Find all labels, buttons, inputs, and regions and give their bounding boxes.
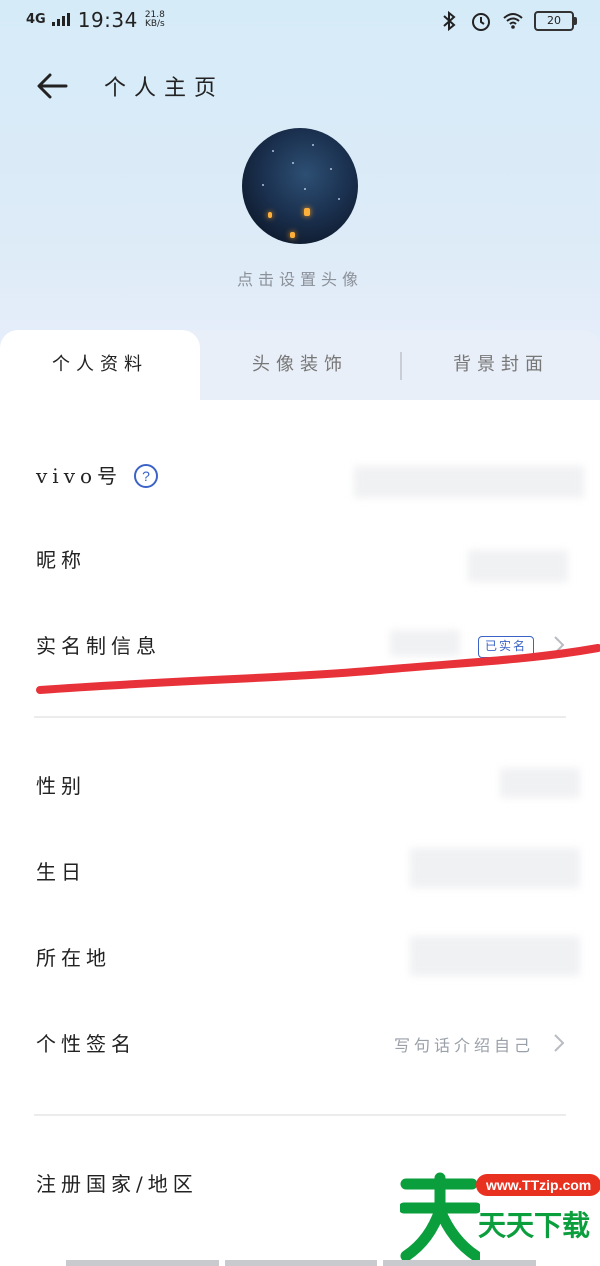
network-type: 4G: [26, 12, 46, 27]
birthday-value-redacted: [410, 848, 580, 888]
avatar[interactable]: [242, 128, 358, 244]
status-time: 19:34: [77, 8, 138, 32]
lantern-icon: [304, 208, 310, 216]
section-divider: [34, 716, 566, 718]
watermark-logo: www.TTzip.com 天天下载: [400, 1168, 600, 1266]
vivo-id-value-redacted: [354, 466, 584, 498]
row-location[interactable]: 所在地: [0, 918, 600, 998]
register-region-label: 注册国家/地区: [36, 1172, 198, 1196]
section-divider: [34, 1114, 566, 1116]
alarm-icon: [472, 13, 490, 31]
lantern-icon: [268, 212, 272, 218]
signature-label: 个性签名: [36, 1032, 136, 1056]
annotation-stroke: [36, 644, 600, 694]
bottom-strip: [66, 1260, 537, 1266]
watermark-text: 天天下载: [478, 1209, 591, 1242]
speed-unit: KB/s: [144, 19, 165, 29]
tian-logo-icon: [400, 1172, 480, 1262]
help-icon[interactable]: ?: [134, 464, 159, 488]
row-nickname[interactable]: 昵称: [0, 520, 600, 600]
tab-avatar-decoration[interactable]: 头像装饰: [200, 330, 400, 400]
page-title: 个人主页: [104, 76, 225, 101]
gender-label: 性别: [36, 774, 86, 798]
tab-profile-info[interactable]: 个人资料: [0, 330, 200, 400]
tab-background-cover[interactable]: 背景封面: [402, 330, 600, 400]
tab-bar: 个人资料 头像装饰 背景封面: [0, 330, 600, 400]
wifi-icon: [503, 13, 523, 29]
status-left: 4G 19:34 21.8 KB/s: [26, 8, 166, 32]
vivo-id-label: vivo号?: [36, 460, 159, 489]
nickname-label: 昵称: [36, 548, 86, 572]
signal-icon: [51, 12, 70, 26]
profile-screen: 4G 19:34 21.8 KB/s 20 个人主页 点击设置头像 个人资料 头…: [0, 0, 600, 1266]
location-label: 所在地: [36, 946, 111, 970]
nickname-value-redacted: [468, 550, 568, 582]
row-vivo-id[interactable]: vivo号?: [0, 436, 600, 516]
back-arrow-icon[interactable]: [34, 68, 74, 104]
row-gender[interactable]: 性别: [0, 746, 600, 826]
avatar-hint[interactable]: 点击设置头像: [0, 266, 600, 290]
battery-icon: 20: [534, 11, 577, 31]
birthday-label: 生日: [36, 860, 86, 884]
gender-value-redacted: [500, 768, 580, 798]
network-speed: 21.8 KB/s: [144, 11, 166, 29]
status-bar: 4G 19:34 21.8 KB/s 20: [0, 0, 600, 46]
profile-details: vivo号? 昵称 实名制信息 已实名 性别 生日 所在地 个性签名 写句话介绍…: [0, 400, 600, 1266]
watermark-url: www.TTzip.com: [476, 1174, 600, 1196]
location-value-redacted: [410, 936, 580, 976]
status-right: 20: [438, 10, 577, 32]
vivo-id-label-text: vivo号: [36, 464, 123, 488]
lantern-icon: [290, 232, 295, 238]
signature-value: 写句话介绍自己: [393, 1036, 534, 1055]
chevron-right-icon: [554, 1034, 565, 1052]
row-birthday[interactable]: 生日: [0, 832, 600, 912]
header: 个人主页: [0, 56, 600, 116]
bluetooth-icon: [443, 10, 456, 32]
row-signature[interactable]: 个性签名 写句话介绍自己: [0, 1004, 600, 1084]
